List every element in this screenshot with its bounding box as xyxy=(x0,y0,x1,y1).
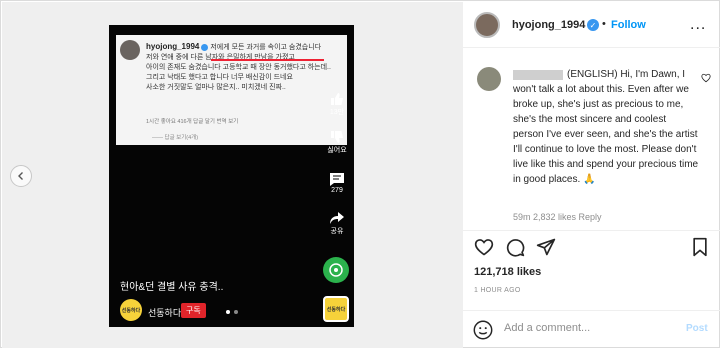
comment-screenshot-text: hyojong_1994 저에게 모든 과거를 속이고 숨겼습니다 저와 연애 … xyxy=(146,42,342,93)
more-options-icon[interactable]: ... xyxy=(690,16,706,34)
add-comment-bar: Post xyxy=(463,310,720,348)
share-arrow-icon xyxy=(330,212,344,224)
post-side-panel: hyojong_1994 ✓ • Follow ... (ENGLISH) Hi… xyxy=(462,2,720,348)
thumbs-down-icon xyxy=(330,131,343,143)
likes-count[interactable]: 121,718 likes xyxy=(474,266,541,278)
comment-screenshot: hyojong_1994 저에게 모든 과거를 속이고 숨겼습니다 저와 연애 … xyxy=(116,35,347,145)
comment-meta: 59m 2,832 likes Reply xyxy=(513,212,602,222)
comment-username: hyojong_1994 xyxy=(146,42,200,51)
post-header: hyojong_1994 ✓ • Follow ... xyxy=(463,2,720,48)
comment-text: (ENGLISH) Hi, I'm Dawn, I won't talk a l… xyxy=(513,67,699,187)
comment-avatar xyxy=(120,40,140,60)
carousel-indicator xyxy=(226,310,238,314)
post-actions-bar xyxy=(463,230,720,260)
video-comments-count: 279 xyxy=(331,187,343,194)
paper-plane-icon xyxy=(536,238,556,256)
video-side-actions: 13만 싫어요 279 공유 xyxy=(325,71,349,236)
post-comment-button[interactable]: Post xyxy=(686,323,708,334)
comment-button[interactable] xyxy=(504,236,526,258)
video-dislike-label: 싫어요 xyxy=(327,147,347,154)
comment-like-heart-icon[interactable] xyxy=(701,73,711,83)
comment-bubble-icon xyxy=(506,239,525,257)
author-username[interactable]: hyojong_1994 xyxy=(512,19,585,31)
video-comments-button[interactable]: 279 xyxy=(329,171,345,194)
carousel-dot-active xyxy=(226,310,230,314)
video-dislike-button[interactable]: 싫어요 xyxy=(327,129,347,155)
like-button[interactable] xyxy=(473,236,495,258)
post-timestamp[interactable]: 1 HOUR AGO xyxy=(474,287,521,294)
video-caption: 현아&던 결별 사유 충격.. xyxy=(120,282,224,293)
comment-body-text: (ENGLISH) Hi, I'm Dawn, I won't talk a l… xyxy=(513,69,699,185)
previous-post-button[interactable] xyxy=(10,165,32,187)
video-player[interactable]: hyojong_1994 저에게 모든 과거를 속이고 숨겼습니다 저와 연애 … xyxy=(109,25,354,327)
bookmark-icon xyxy=(693,237,707,257)
channel-avatar-text: 선동하다 xyxy=(121,307,141,314)
comment-meta: 1시간 좋아요 416개 답글 달기 번역 보기 xyxy=(146,119,239,125)
carousel-dot xyxy=(234,310,238,314)
commenter-avatar[interactable] xyxy=(477,67,501,91)
verified-icon xyxy=(201,43,209,51)
video-share-label: 공유 xyxy=(330,228,344,235)
comment-body: 저에게 모든 과거를 속이고 숨겼습니다 저와 연애 중에 다른 남자와 은밀하… xyxy=(146,44,331,91)
verified-badge-icon: ✓ xyxy=(587,19,599,31)
video-like-button[interactable]: 13만 xyxy=(329,91,345,117)
remix-icon xyxy=(329,263,343,277)
emoji-icon[interactable] xyxy=(472,319,494,341)
follow-button[interactable]: Follow xyxy=(611,19,646,31)
share-button[interactable] xyxy=(535,236,557,258)
add-comment-input[interactable] xyxy=(504,322,674,334)
view-replies: —— 답글 보기(4개) xyxy=(152,135,199,141)
subscribe-button[interactable]: 구독 xyxy=(181,303,206,318)
channel-avatar[interactable]: 선동하다 xyxy=(120,299,142,321)
thumbnail-logo-text: 선동하다 xyxy=(326,306,346,313)
comment-icon xyxy=(330,173,344,186)
video-like-count: 13만 xyxy=(329,109,345,116)
chevron-left-icon xyxy=(18,172,23,180)
instagram-post-modal: hyojong_1994 저에게 모든 과거를 속이고 숨겼습니다 저와 연애 … xyxy=(0,0,720,348)
channel-name[interactable]: 선동하다 xyxy=(148,306,181,319)
media-area: hyojong_1994 저에게 모든 과거를 속이고 숨겼습니다 저와 연애 … xyxy=(2,2,462,348)
author-avatar[interactable] xyxy=(474,12,500,38)
save-button[interactable] xyxy=(689,236,711,258)
thumbs-up-icon xyxy=(331,93,343,105)
video-share-button[interactable]: 공유 xyxy=(329,210,345,236)
comments-section: (ENGLISH) Hi, I'm Dawn, I won't talk a l… xyxy=(463,49,720,229)
remix-button[interactable] xyxy=(323,257,349,283)
channel-thumbnail-logo[interactable]: 선동하다 xyxy=(323,296,349,322)
heart-icon xyxy=(474,239,494,256)
red-underline xyxy=(211,59,324,61)
header-separator: • xyxy=(602,18,606,30)
